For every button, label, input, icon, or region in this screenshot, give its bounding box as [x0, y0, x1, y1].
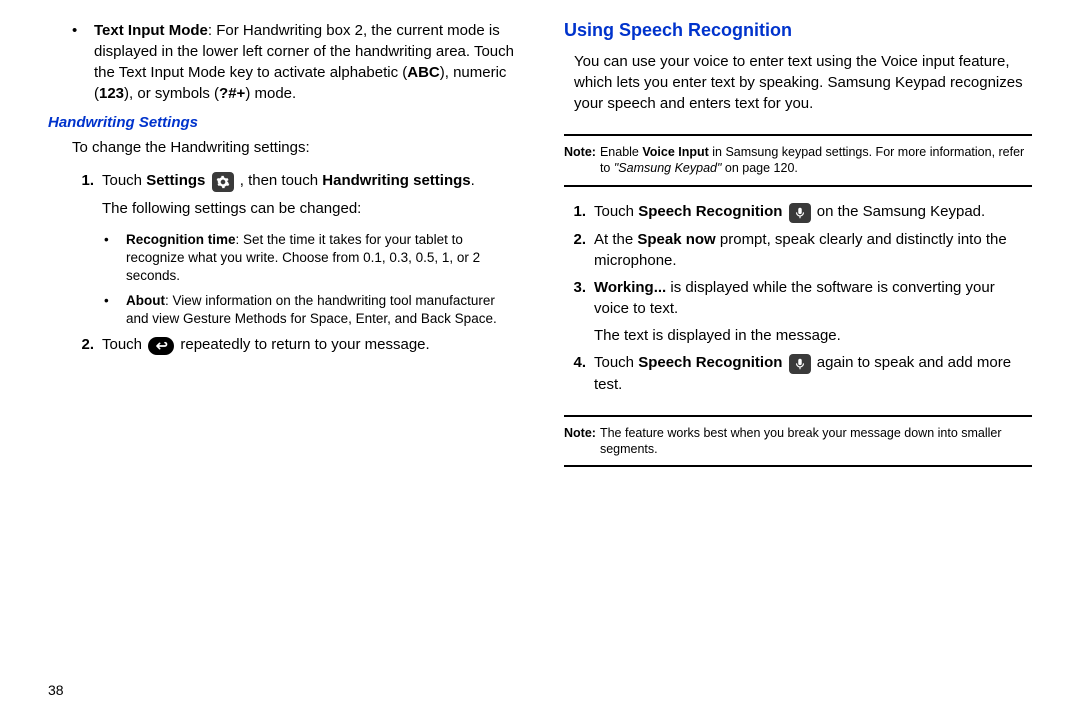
gear-icon	[212, 172, 234, 192]
section-heading-speech: Using Speech Recognition	[564, 20, 1032, 41]
settings-label: Settings	[146, 172, 205, 189]
text: : View information on the handwriting to…	[126, 293, 497, 326]
step-content: Touch Speech Recognition on the Samsung …	[594, 201, 1032, 223]
t: Touch	[594, 354, 638, 371]
step-3-subtext: The text is displayed in the message.	[564, 325, 1032, 346]
text: .	[471, 172, 475, 189]
abc: ABC	[407, 64, 440, 81]
step-number: 2.	[72, 334, 94, 355]
microphone-icon	[789, 354, 811, 374]
step-4: 4. Touch Speech Recognition again to spe…	[564, 352, 1032, 395]
handwriting-settings-label: Handwriting settings	[322, 172, 470, 189]
t: Touch	[594, 203, 638, 220]
step-number: 1.	[72, 170, 94, 191]
bullet-content: Recognition time: Set the time it takes …	[126, 231, 516, 286]
sub-bullet-about: • About: View information on the handwri…	[104, 292, 516, 328]
note-1: Note: Enable Voice Input in Samsung keyp…	[564, 144, 1032, 177]
step-3: 3. Working... is displayed while the sof…	[564, 277, 1032, 319]
step-number: 1.	[564, 201, 586, 222]
lead: Text Input Mode	[94, 22, 208, 39]
ref: "Samsung Keypad"	[614, 161, 722, 175]
lead: Recognition time	[126, 232, 236, 247]
text: The text is displayed in the message.	[594, 325, 1032, 346]
step-number: 3.	[564, 277, 586, 298]
bullet-content: Text Input Mode: For Handwriting box 2, …	[94, 20, 516, 104]
t: on the Samsung Keypad.	[813, 203, 986, 220]
bullet-text-input-mode: • Text Input Mode: For Handwriting box 2…	[72, 20, 516, 104]
note-text: Enable Voice Input in Samsung keypad set…	[600, 144, 1032, 177]
step-number: 2.	[564, 229, 586, 250]
step-content: Working... is displayed while the softwa…	[594, 277, 1032, 319]
lead: About	[126, 293, 165, 308]
step-1: 1. Touch Speech Recognition on the Samsu…	[564, 201, 1032, 223]
step-1: 1. Touch Settings , then touch Handwriti…	[72, 170, 516, 192]
note-2: Note: The feature works best when you br…	[564, 425, 1032, 458]
step-content: Touch repeatedly to return to your messa…	[102, 334, 516, 355]
right-column: Using Speech Recognition You can use you…	[540, 20, 1040, 700]
left-column: • Text Input Mode: For Handwriting box 2…	[40, 20, 540, 700]
divider	[564, 185, 1032, 187]
step-content: At the Speak now prompt, speak clearly a…	[594, 229, 1032, 271]
text: , then touch	[236, 172, 323, 189]
note-label: Note:	[564, 425, 596, 458]
page-number: 38	[48, 682, 64, 698]
speech-recognition-label: Speech Recognition	[638, 203, 782, 220]
num123: 123	[99, 85, 124, 102]
text: The following settings can be changed:	[102, 198, 516, 219]
speech-intro: You can use your voice to enter text usi…	[574, 51, 1032, 114]
bullet-marker: •	[104, 231, 118, 249]
divider	[564, 134, 1032, 136]
bullet-content: About: View information on the handwriti…	[126, 292, 516, 328]
text: Touch	[102, 336, 146, 353]
speech-recognition-label: Speech Recognition	[638, 354, 782, 371]
bullet-marker: •	[104, 292, 118, 310]
t: Enable	[600, 145, 642, 159]
step-content: Touch Speech Recognition again to speak …	[594, 352, 1032, 395]
voice-input: Voice Input	[642, 145, 708, 159]
text: Touch	[102, 172, 146, 189]
working-label: Working...	[594, 279, 666, 296]
text: repeatedly to return to your message.	[176, 336, 429, 353]
step-2: 2. Touch repeatedly to return to your me…	[72, 334, 516, 355]
divider	[564, 465, 1032, 467]
note-label: Note:	[564, 144, 596, 177]
microphone-icon	[789, 203, 811, 223]
text: ), or symbols (	[124, 85, 219, 102]
text: ) mode.	[245, 85, 296, 102]
step-1-subtext: The following settings can be changed:	[72, 198, 516, 219]
bullet-marker: •	[72, 20, 86, 41]
intro-text: To change the Handwriting settings:	[72, 137, 516, 158]
t: At the	[594, 231, 637, 248]
manual-page: • Text Input Mode: For Handwriting box 2…	[0, 0, 1080, 720]
step-2: 2. At the Speak now prompt, speak clearl…	[564, 229, 1032, 271]
divider	[564, 415, 1032, 417]
note-text: The feature works best when you break yo…	[600, 425, 1032, 458]
t: on page 120.	[721, 161, 797, 175]
step-content: Touch Settings , then touch Handwriting …	[102, 170, 516, 192]
speak-now-label: Speak now	[637, 231, 715, 248]
symbols: ?#+	[219, 85, 245, 102]
step-number: 4.	[564, 352, 586, 373]
back-icon	[148, 337, 174, 355]
sub-bullet-recognition-time: • Recognition time: Set the time it take…	[104, 231, 516, 286]
sub-heading-handwriting-settings: Handwriting Settings	[48, 114, 516, 131]
